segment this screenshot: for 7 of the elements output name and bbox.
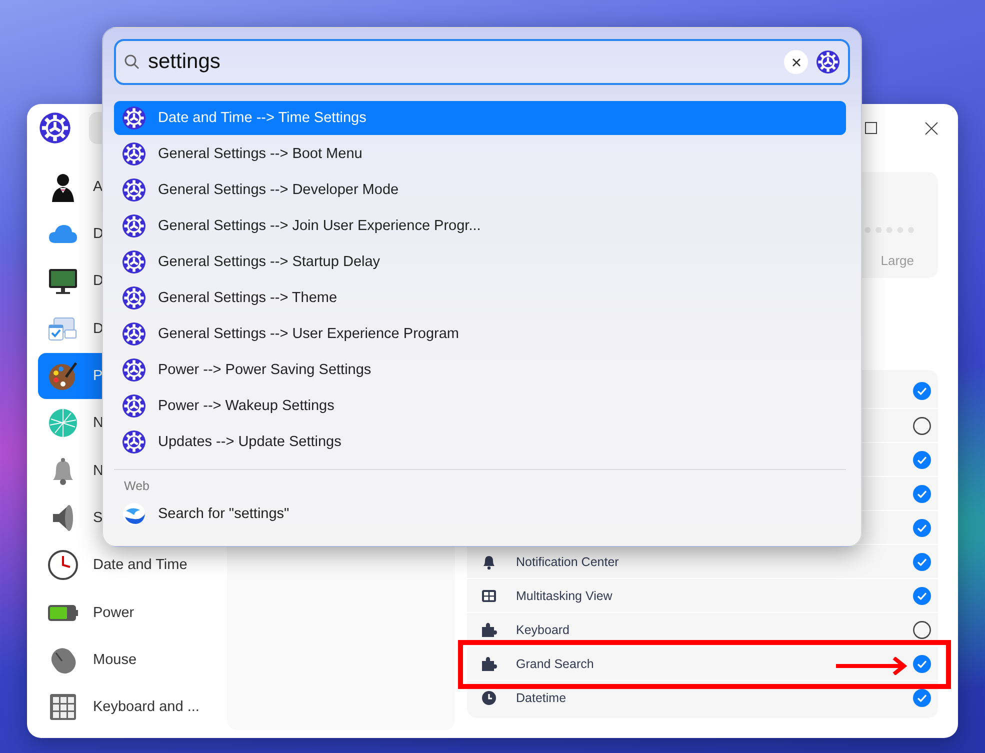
plugin-label: Keyboard bbox=[516, 622, 570, 636]
slider-label: Large bbox=[880, 253, 914, 268]
section-heading: Web bbox=[124, 479, 150, 493]
plugin-label: Multitasking View bbox=[516, 588, 612, 602]
plugin-label: Datetime bbox=[516, 690, 566, 704]
plugin-label: Grand Search bbox=[516, 656, 594, 670]
plugin-label: Notification Center bbox=[516, 554, 619, 568]
